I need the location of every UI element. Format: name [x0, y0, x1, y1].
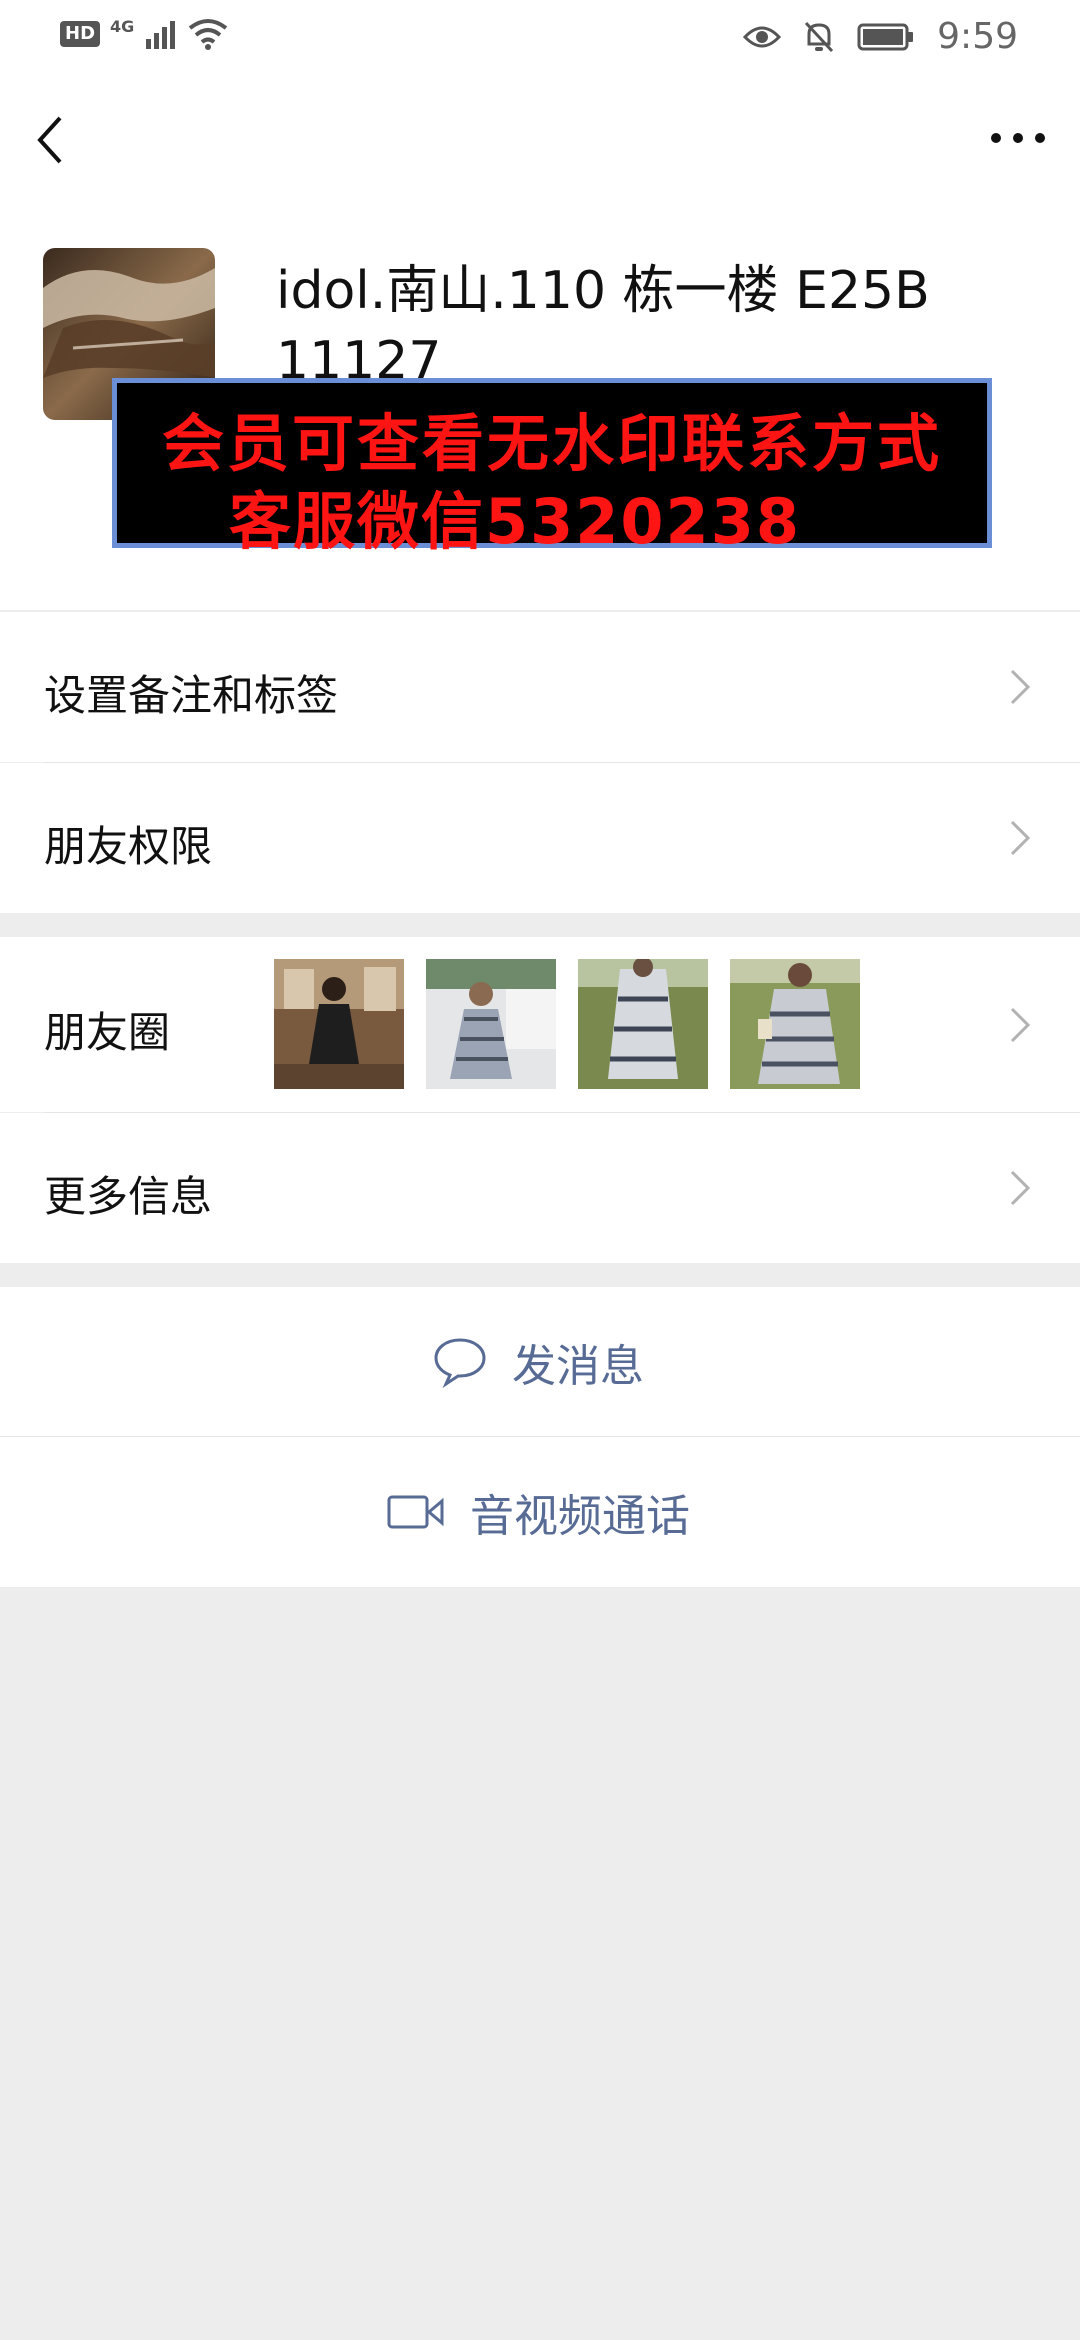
- send-message-button[interactable]: 发消息: [0, 1287, 1080, 1437]
- signal-icon: [146, 21, 176, 49]
- video-camera-icon: [387, 1495, 444, 1529]
- moments-thumbnail-3: [578, 959, 708, 1089]
- contact-name-line1: idol.南山.110 栋一楼 E25B: [276, 261, 930, 321]
- more-info-row[interactable]: 更多信息: [0, 1113, 1080, 1263]
- moments-thumbnail-2: [426, 959, 556, 1089]
- moments-thumbnail-4: [730, 959, 860, 1089]
- wifi-icon: [189, 19, 228, 50]
- contact-profile-page: HD 4G 9:59 idol.南山.110 栋一楼 E25B 11127 会员…: [0, 0, 1080, 2340]
- more-options-icon[interactable]: [986, 118, 1050, 158]
- chevron-right-icon: [1010, 669, 1031, 705]
- battery-icon: [857, 23, 914, 50]
- watermark-text-line1: 会员可查看无水印联系方式: [161, 407, 942, 480]
- more-info-label: 更多信息: [44, 1172, 213, 1221]
- remark-and-tags-row[interactable]: 设置备注和标签: [0, 612, 1080, 762]
- video-call-button[interactable]: 音视频通话: [0, 1437, 1080, 1587]
- clock: 9:59: [937, 16, 1018, 57]
- back-icon[interactable]: [30, 110, 78, 170]
- moments-label: 朋友圈: [44, 1008, 171, 1057]
- eye-icon: [743, 26, 782, 47]
- remark-and-tags-label: 设置备注和标签: [44, 671, 339, 720]
- network-type: 4G: [110, 16, 135, 36]
- profile-header: idol.南山.110 栋一楼 E25B 11127 会员可查看无水印联系方式 …: [0, 212, 1080, 610]
- bell-muted-icon: [805, 21, 834, 52]
- hd-indicator: HD: [60, 21, 101, 47]
- friend-permissions-row[interactable]: 朋友权限: [0, 763, 1080, 913]
- top-navigation-bar: [0, 72, 1080, 212]
- contact-name: idol.南山.110 栋一楼 E25B 11127: [276, 256, 976, 396]
- chat-bubble-icon: [434, 1338, 486, 1388]
- send-message-label: 发消息: [512, 1341, 644, 1392]
- moments-thumbnails: [274, 959, 860, 1089]
- chevron-right-icon: [1010, 1170, 1031, 1206]
- friend-permissions-label: 朋友权限: [44, 822, 213, 871]
- watermark-text-line2: 客服微信5320238: [229, 485, 801, 558]
- video-call-label: 音视频通话: [470, 1491, 690, 1542]
- moments-row[interactable]: 朋友圈: [0, 937, 1080, 1112]
- chevron-right-icon: [1010, 1007, 1031, 1043]
- moments-thumbnail-1: [274, 959, 404, 1089]
- watermark-banner: 会员可查看无水印联系方式 客服微信5320238: [112, 378, 992, 558]
- status-bar: HD 4G 9:59: [0, 0, 1080, 72]
- chevron-right-icon: [1010, 820, 1031, 856]
